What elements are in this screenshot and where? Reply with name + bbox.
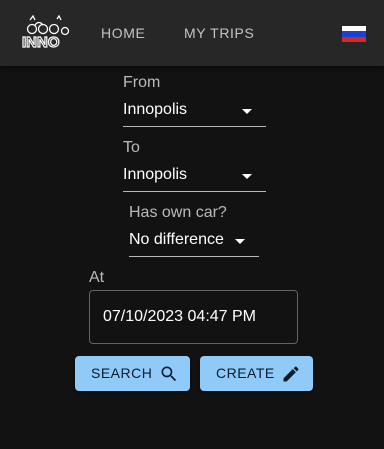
flag-stripe-red <box>342 36 366 42</box>
chevron-down-icon <box>242 174 252 179</box>
from-select[interactable]: From Innopolis <box>123 74 266 128</box>
pencil-icon <box>283 366 299 382</box>
from-underline <box>123 126 266 127</box>
create-button-label: CREATE <box>216 365 275 381</box>
chevron-down-icon <box>235 239 245 244</box>
search-icon <box>161 366 177 382</box>
nav-home[interactable]: HOME <box>101 22 145 44</box>
chevron-down-icon <box>242 109 252 114</box>
nav-my-trips[interactable]: MY TRIPS <box>184 22 254 44</box>
to-value: Innopolis <box>123 166 188 183</box>
search-button[interactable]: SEARCH <box>75 356 190 391</box>
app-bar: INNO HOME MY TRIPS <box>0 0 384 66</box>
logo-icon: INNO <box>21 14 70 52</box>
has-car-underline <box>129 256 259 257</box>
create-button[interactable]: CREATE <box>200 356 313 391</box>
at-field-label: At <box>89 269 149 287</box>
has-car-value: No difference <box>129 231 224 248</box>
russian-flag-icon[interactable] <box>342 26 366 42</box>
search-button-label: SEARCH <box>91 365 153 381</box>
at-label: At <box>89 269 105 286</box>
has-car-label: Has own car? <box>129 204 227 221</box>
datetime-input[interactable]: 07/10/2023 04:47 PM <box>89 290 298 344</box>
datetime-value: 07/10/2023 04:47 PM <box>103 308 257 325</box>
to-label: To <box>123 139 140 156</box>
from-value: Innopolis <box>123 101 188 118</box>
logo-text: INNO <box>22 34 60 50</box>
to-underline <box>123 191 266 192</box>
has-car-select[interactable]: Has own car? No difference <box>129 204 259 258</box>
from-label: From <box>123 74 161 91</box>
app-logo[interactable]: INNO <box>21 14 73 52</box>
to-select[interactable]: To Innopolis <box>123 139 266 193</box>
